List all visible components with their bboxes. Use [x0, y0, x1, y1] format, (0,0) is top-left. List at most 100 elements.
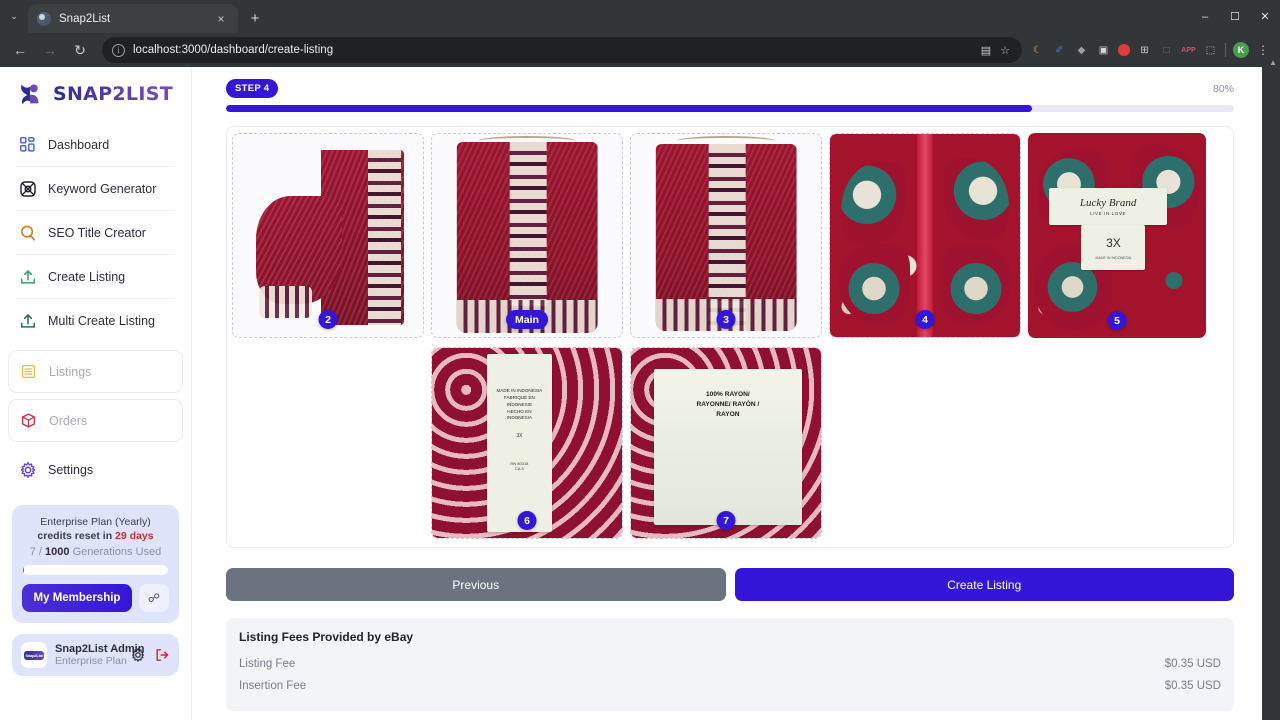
image-badge[interactable]: 3: [716, 310, 736, 329]
extension-pin-icon[interactable]: ◆: [1074, 43, 1089, 58]
fee-label: Insertion Fee: [239, 680, 307, 692]
url-text: localhost:3000/dashboard/create-listing: [133, 44, 334, 56]
extension-moon-icon[interactable]: ☾: [1030, 43, 1045, 58]
image-badge[interactable]: 4: [915, 310, 935, 329]
step-progress-bar: [226, 105, 1234, 112]
user-card[interactable]: Snap2List Snap2List Admin Enterprise Pla…: [12, 634, 179, 677]
step-header: STEP 4 80%: [220, 67, 1240, 98]
sidebar-item-settings[interactable]: Settings: [8, 448, 183, 491]
maximize-icon[interactable]: ☐: [1220, 0, 1250, 33]
close-icon[interactable]: ×: [213, 12, 229, 26]
sidebar-item-dashboard[interactable]: Dashboard: [8, 123, 183, 166]
image-tile[interactable]: MADE IN INDONESIA FABRIQUE EN INDONESIE …: [431, 347, 623, 539]
sidebar-item-keyword-generator[interactable]: Keyword Generator: [8, 167, 183, 210]
origin-line-5: INDONESIA: [506, 415, 533, 421]
create-listing-button[interactable]: Create Listing: [734, 568, 1234, 601]
new-tab-button[interactable]: +: [242, 5, 268, 31]
image-badge[interactable]: 2: [318, 310, 338, 329]
plan-card: Enterprise Plan (Yearly) credits reset i…: [12, 505, 179, 624]
sidebar-item-orders[interactable]: Orders: [8, 399, 183, 442]
sidebar-item-listings[interactable]: Listings: [8, 350, 183, 393]
care-label: MADE IN INDONESIA FABRIQUE EN INDONESIE …: [487, 353, 552, 533]
image-grid-row-2: MADE IN INDONESIA FABRIQUE EN INDONESIE …: [232, 347, 1228, 539]
back-icon[interactable]: ←: [6, 36, 34, 64]
image-tile[interactable]: 3: [630, 133, 822, 338]
sidebar-item-label: Create Listing: [48, 269, 126, 284]
origin-line-3: INDONESIE: [506, 401, 533, 407]
save-page-icon[interactable]: ▤: [981, 44, 991, 57]
tab-title: Snap2List: [59, 12, 111, 25]
gear-icon[interactable]: [130, 647, 146, 663]
origin-size: 3X: [516, 432, 523, 439]
forward-icon[interactable]: →: [36, 36, 64, 64]
extension-grid-icon[interactable]: ⊞: [1137, 43, 1152, 58]
extension-app-icon[interactable]: APP: [1181, 43, 1196, 58]
image-tile[interactable]: Lucky Brand LIVE IN LOVE 3X MADE IN INDO…: [1028, 133, 1206, 338]
extensions-row: ☾ ✐ ◆ ▣ ⊞ □ APP ⬚ K ⋮: [1030, 42, 1274, 58]
address-bar[interactable]: i localhost:3000/dashboard/create-listin…: [102, 37, 1022, 63]
minimize-icon[interactable]: ‒: [1190, 0, 1220, 33]
link-icon[interactable]: ☍: [139, 584, 169, 613]
extension-dashed-icon[interactable]: □: [1159, 43, 1174, 58]
plan-total: 1000: [45, 546, 70, 559]
reload-icon[interactable]: ↻: [66, 36, 94, 64]
listing-image: Lucky Brand LIVE IN LOVE 3X MADE IN INDO…: [1028, 133, 1206, 338]
tab-search-icon[interactable]: ⌄: [0, 1, 28, 31]
image-badge[interactable]: 7: [716, 511, 736, 530]
box-icon: [19, 411, 38, 430]
rn-line-2: CA 5: [515, 465, 524, 471]
garment-art: [655, 144, 797, 331]
fees-title: Listing Fees Provided by eBay: [239, 630, 414, 644]
image-tile[interactable]: 100% RAYON/ RAYONNE/ RAYÓN / RAYON 7: [630, 347, 822, 539]
globe-icon: [37, 11, 51, 26]
profile-avatar[interactable]: K: [1233, 42, 1249, 58]
brand-name: Lucky Brand: [1079, 197, 1137, 210]
upload-icon: [18, 267, 37, 286]
extension-puzzle-icon[interactable]: ⬚: [1203, 43, 1218, 58]
image-tile-main[interactable]: Main: [431, 133, 623, 338]
sidebar-item-label: Keyword Generator: [48, 181, 157, 196]
wizard-buttons: Previous Create Listing: [226, 568, 1234, 601]
sidebar: SNAP2LIST Dashboard Keyword Generator SE…: [0, 67, 192, 720]
origin-line-2: FABRIQUE EN: [503, 394, 535, 400]
step-percent-label: 80%: [1212, 82, 1234, 95]
page-viewport: SNAP2LIST Dashboard Keyword Generator SE…: [0, 67, 1268, 720]
plan-generations: 7 / 1000 Generations Used: [22, 546, 169, 558]
browser-tab[interactable]: Snap2List ×: [28, 4, 238, 33]
listing-image: MADE IN INDONESIA FABRIQUE EN INDONESIE …: [432, 348, 622, 538]
site-info-icon[interactable]: i: [112, 43, 125, 57]
care-label: 100% RAYON/ RAYONNE/ RAYÓN / RAYON: [653, 368, 802, 525]
sidebar-item-label: Listings: [49, 364, 92, 379]
sidebar-item-label: SEO Title Creator: [48, 225, 146, 240]
image-tile[interactable]: 2: [232, 133, 424, 338]
logout-icon[interactable]: [154, 647, 170, 663]
scroll-up-icon[interactable]: ▲: [1269, 58, 1277, 67]
sidebar-item-seo-title-creator[interactable]: SEO Title Creator: [8, 211, 183, 254]
extension-record-icon[interactable]: [1118, 44, 1130, 56]
user-name: Snap2List Admin: [55, 643, 145, 656]
plan-reset: credits reset in 29 days: [22, 529, 169, 543]
previous-button[interactable]: Previous: [226, 568, 726, 601]
fabric-line-1: 100% RAYON/: [706, 390, 750, 398]
image-tile[interactable]: 4: [829, 133, 1021, 338]
browser-toolbar: ← → ↻ i localhost:3000/dashboard/create-…: [0, 33, 1280, 67]
sidebar-item-create-listing[interactable]: Create Listing: [8, 255, 183, 298]
gear-icon: [18, 460, 37, 479]
garment-art: [456, 142, 598, 333]
listing-fees-panel: Listing Fees Provided by eBay Listing Fe…: [226, 618, 1234, 711]
my-membership-button[interactable]: My Membership: [22, 584, 132, 613]
app-logo[interactable]: SNAP2LIST: [8, 67, 183, 123]
extension-camera-icon[interactable]: ▣: [1096, 43, 1111, 58]
image-badge-main[interactable]: Main: [506, 310, 548, 329]
sidebar-item-label: Multi Create Listing: [48, 313, 155, 328]
sidebar-item-multi-create-listing[interactable]: Multi Create Listing: [8, 299, 183, 342]
plan-progress-bar: [23, 565, 168, 576]
size-tag: 3X MADE IN INDONESIA: [1081, 225, 1146, 271]
image-badge[interactable]: 5: [1107, 311, 1127, 330]
bookmark-star-icon[interactable]: ☆: [1000, 44, 1010, 57]
listing-image: [830, 134, 1020, 337]
image-badge[interactable]: 6: [517, 511, 537, 530]
extension-pen-icon[interactable]: ✐: [1052, 43, 1067, 58]
window-close-icon[interactable]: ✕: [1250, 0, 1280, 33]
plan-actions: My Membership ☍: [22, 584, 169, 613]
